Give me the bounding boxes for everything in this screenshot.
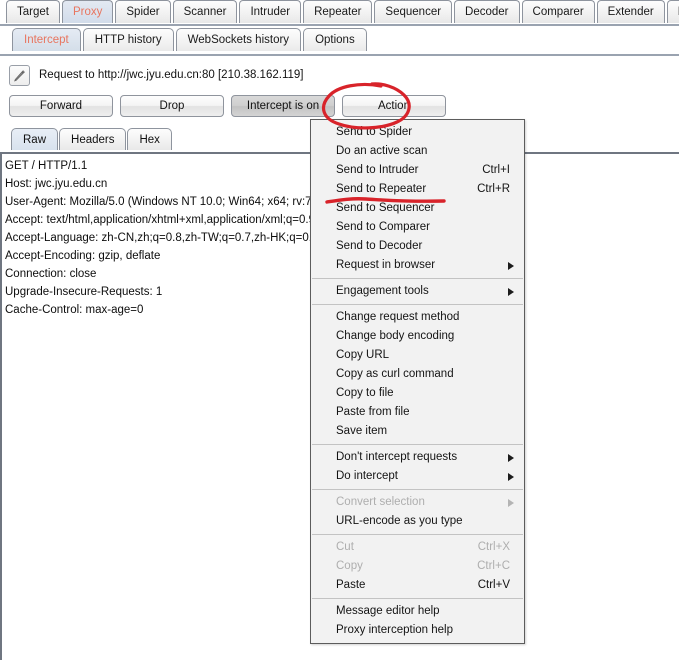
main-tab-spider[interactable]: Spider: [115, 0, 171, 23]
proxy-tab-websockets-history[interactable]: WebSockets history: [175, 28, 302, 51]
menu-item-send-to-spider[interactable]: Send to Spider: [311, 123, 524, 142]
menu-item-do-an-active-scan[interactable]: Do an active scan: [311, 142, 524, 161]
submenu-arrow-icon: [508, 287, 514, 296]
menu-item-shortcut: Ctrl+R: [477, 183, 510, 195]
menu-item-label: Don't intercept requests: [336, 451, 458, 463]
main-tab-repeater[interactable]: Repeater: [303, 0, 373, 23]
menu-item-paste-from-file[interactable]: Paste from file: [311, 403, 524, 422]
menu-item-label: Send to Sequencer: [336, 202, 435, 214]
submenu-arrow-icon: [508, 472, 514, 481]
proxy-tab-http-history[interactable]: HTTP history: [82, 28, 174, 51]
main-tab-sequencer[interactable]: Sequencer: [374, 0, 453, 23]
menu-item-label: Copy: [336, 560, 363, 572]
menu-item-copy-as-curl-command[interactable]: Copy as curl command: [311, 365, 524, 384]
action-button[interactable]: Action: [342, 95, 446, 117]
menu-item-label: Send to Spider: [336, 126, 413, 138]
pencil-icon-button[interactable]: [9, 64, 30, 86]
menu-item-label: Request in browser: [336, 259, 436, 271]
menu-separator: [312, 534, 523, 535]
menu-item-send-to-repeater[interactable]: Send to Repeater Ctrl+R: [311, 180, 524, 199]
menu-item-label: Cut: [336, 541, 354, 553]
proxy-tab-options[interactable]: Options: [303, 28, 367, 51]
menu-item-label: Proxy interception help: [336, 624, 453, 636]
menu-item-convert-selection: Convert selection: [311, 493, 524, 512]
menu-item-label: Message editor help: [336, 605, 440, 617]
menu-item-send-to-decoder[interactable]: Send to Decoder: [311, 237, 524, 256]
menu-item-shortcut: Ctrl+C: [477, 560, 510, 572]
main-tab-decoder[interactable]: Decoder: [454, 0, 520, 23]
menu-item-label: Send to Repeater: [336, 183, 427, 195]
menu-item-label: Paste from file: [336, 406, 410, 418]
editor-tab-hex[interactable]: Hex: [127, 128, 172, 150]
menu-item-copy-to-file[interactable]: Copy to file: [311, 384, 524, 403]
menu-item-label: Do intercept: [336, 470, 399, 482]
menu-item-label: Change body encoding: [336, 330, 455, 342]
menu-item-label: Do an active scan: [336, 145, 428, 157]
menu-item-label: Convert selection: [336, 496, 425, 508]
editor-tab-raw[interactable]: Raw: [11, 128, 59, 150]
menu-item-change-request-method[interactable]: Change request method: [311, 308, 524, 327]
main-tab-target[interactable]: Target: [6, 0, 60, 23]
main-tab-bar: Target Proxy Spider Scanner Intruder Repeater…: [0, 0, 679, 26]
menu-item-label: Change request method: [336, 311, 460, 323]
menu-separator: [312, 598, 523, 599]
intercept-toggle-button[interactable]: Intercept is on: [231, 95, 335, 117]
proxy-tab-intercept[interactable]: Intercept: [12, 28, 81, 51]
menu-item-label: Engagement tools: [336, 285, 429, 297]
menu-item-cut: Cut Ctrl+X: [311, 538, 524, 557]
request-target-text: Request to http://jwc.jyu.edu.cn:80 [210…: [39, 69, 304, 81]
menu-item-copy-url[interactable]: Copy URL: [311, 346, 524, 365]
pencil-icon: [14, 69, 25, 81]
menu-item-url-encode-as-you-type[interactable]: URL-encode as you type: [311, 512, 524, 531]
menu-item-shortcut: Ctrl+V: [477, 579, 510, 591]
main-tab-extender[interactable]: Extender: [596, 0, 665, 23]
menu-item-paste[interactable]: Paste Ctrl+V: [311, 576, 524, 595]
menu-item-label: Send to Decoder: [336, 240, 423, 252]
menu-item-send-to-comparer[interactable]: Send to Comparer: [311, 218, 524, 237]
menu-separator: [312, 444, 523, 445]
main-tab-intruder[interactable]: Intruder: [239, 0, 302, 23]
menu-separator: [312, 278, 523, 279]
proxy-sub-tab-bar: Intercept HTTP history WebSockets history O…: [0, 28, 679, 56]
menu-item-proxy-interception-help[interactable]: Proxy interception help: [311, 621, 524, 640]
menu-item-label: Copy to file: [336, 387, 394, 399]
editor-tab-headers[interactable]: Headers: [59, 128, 127, 150]
menu-item-label: Copy as curl command: [336, 368, 454, 380]
menu-item-don-t-intercept-requests[interactable]: Don't intercept requests: [311, 448, 524, 467]
menu-item-label: Paste: [336, 579, 366, 591]
submenu-arrow-icon: [508, 453, 514, 462]
menu-item-label: Copy URL: [336, 349, 390, 361]
menu-item-copy: Copy Ctrl+C: [311, 557, 524, 576]
menu-item-send-to-sequencer[interactable]: Send to Sequencer: [311, 199, 524, 218]
submenu-arrow-icon: [508, 261, 514, 270]
main-tab-scanner[interactable]: Scanner: [172, 0, 238, 23]
menu-item-shortcut: Ctrl+I: [482, 164, 510, 176]
menu-item-message-editor-help[interactable]: Message editor help: [311, 602, 524, 621]
menu-separator: [312, 304, 523, 305]
main-tab-proxy[interactable]: Proxy: [61, 0, 114, 23]
forward-button[interactable]: Forward: [9, 95, 113, 117]
menu-item-send-to-intruder[interactable]: Send to Intruder Ctrl+I: [311, 161, 524, 180]
intercept-button-row: Forward Drop Intercept is on Action: [0, 92, 679, 120]
menu-item-do-intercept[interactable]: Do intercept: [311, 467, 524, 486]
menu-item-engagement-tools[interactable]: Engagement tools: [311, 282, 524, 301]
menu-separator: [312, 489, 523, 490]
main-tab-project-options[interactable]: Project options: [666, 0, 679, 23]
menu-item-label: Send to Intruder: [336, 164, 419, 176]
main-tab-comparer[interactable]: Comparer: [521, 0, 595, 23]
submenu-arrow-icon: [508, 498, 514, 507]
menu-item-shortcut: Ctrl+X: [477, 541, 510, 553]
menu-item-label: Send to Comparer: [336, 221, 430, 233]
drop-button[interactable]: Drop: [120, 95, 224, 117]
menu-item-save-item[interactable]: Save item: [311, 422, 524, 441]
menu-item-label: URL-encode as you type: [336, 515, 463, 527]
menu-item-request-in-browser[interactable]: Request in browser: [311, 256, 524, 275]
request-info-bar: Request to http://jwc.jyu.edu.cn:80 [210…: [0, 62, 679, 88]
menu-item-change-body-encoding[interactable]: Change body encoding: [311, 327, 524, 346]
menu-item-label: Save item: [336, 425, 388, 437]
action-context-menu[interactable]: Send to Spider Do an active scan Send to I…: [310, 119, 525, 644]
